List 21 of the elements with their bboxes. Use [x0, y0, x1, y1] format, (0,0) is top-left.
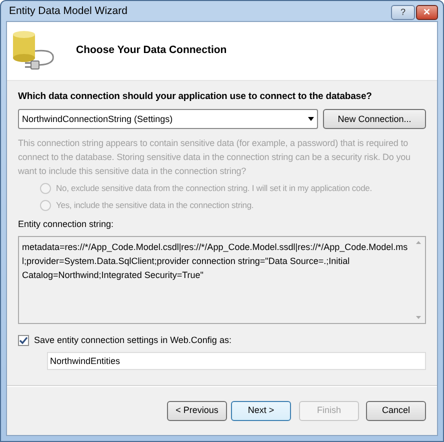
wizard-button[interactable]: Next > [231, 401, 291, 421]
database-plug-icon [11, 31, 57, 71]
radio-label: Yes, include the sensitive data in the connection string. [56, 198, 254, 212]
radio-label: No, exclude sensitive data from the connection string. I will set it in my application code. [56, 182, 372, 195]
connection-dropdown[interactable]: NorthwindConnectionString (Settings) [18, 109, 318, 130]
wizard-button[interactable]: < Previous [167, 401, 227, 421]
new-connection-button[interactable]: New Connection... [323, 109, 426, 130]
window-title: Entity Data Model Wizard [8, 4, 128, 20]
scroll-down-icon[interactable] [416, 316, 420, 319]
scroll-up-icon[interactable] [416, 240, 420, 244]
sensitive-data-warning: This connection string appears to contain sensitive data (for example, a password) that is required to connect to the database. Storing sensitive data in the connection string can be a security risk. Do you want to include this sensitive data in the connection string? [18, 137, 412, 178]
entity-string-label: Entity connection string: [18, 218, 115, 232]
wizard-button[interactable]: Cancel [366, 401, 426, 421]
entity-string-textarea[interactable]: metadata=res://*/App_Code.Model.csdl|res://*/App_Code.Model.ssdl|res://*/App_Code.Model.msl;provider=System.Data.SqlClient;provider connection string="Data Source=.;Initial Catalog=Northwind;Integrated Security=True" [18, 236, 426, 324]
entities-name-field[interactable]: NorthwindEntities [47, 352, 426, 370]
save-checkbox[interactable] [18, 335, 29, 346]
help-button[interactable]: ? [391, 4, 415, 20]
save-label: Save entity connection settings in Web.Config as: [34, 334, 232, 347]
question-text: Which data connection should your application use to connect to the database? [18, 90, 373, 104]
page-title: Choose Your Data Connection [76, 43, 227, 58]
dropdown-arrow-icon [308, 117, 314, 122]
